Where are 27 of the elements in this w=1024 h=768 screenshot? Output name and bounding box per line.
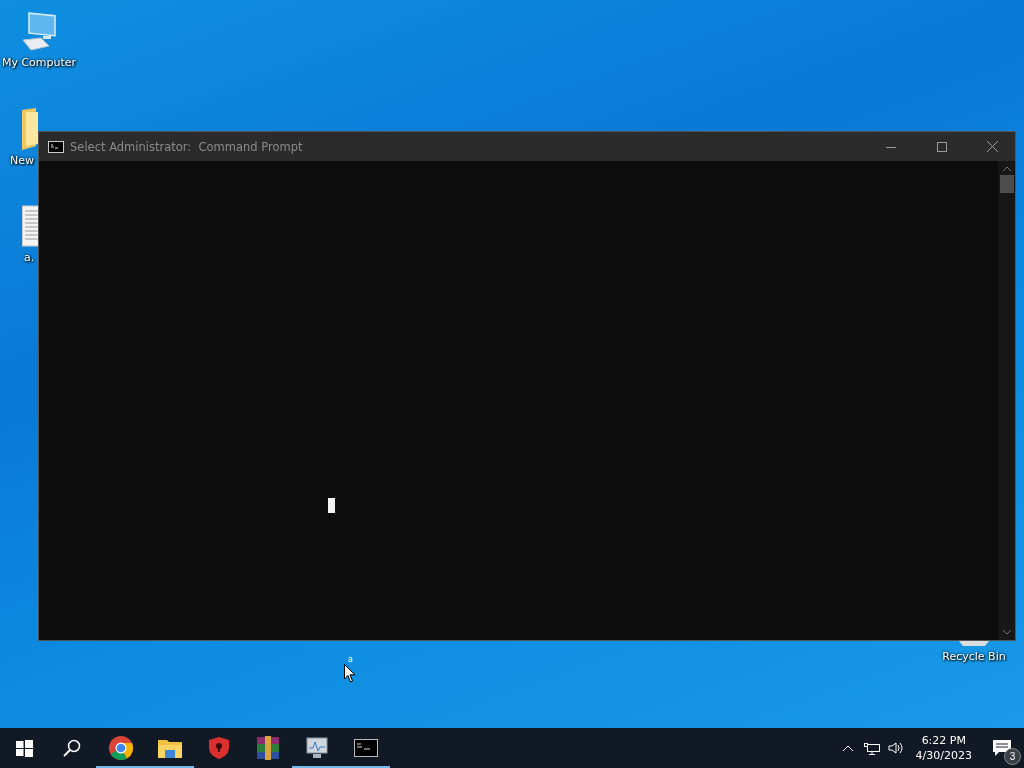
desktop-icon-label[interactable]: New (10, 154, 34, 167)
monitor-icon (304, 737, 329, 759)
desktop-icon-label[interactable]: Recycle Bin (942, 650, 1006, 663)
folder-icon (157, 738, 182, 758)
console-icon (353, 739, 378, 757)
console-icon (48, 140, 64, 153)
document-icon[interactable] (22, 205, 38, 247)
browser-icon (107, 735, 134, 761)
window-title: Select Administrator: Command Prompt (70, 139, 303, 154)
notifications-button[interactable]: 3 (980, 728, 1024, 768)
scroll-up-icon[interactable] (1001, 165, 1012, 173)
folder-icon[interactable] (20, 106, 38, 150)
scrollbar[interactable] (998, 161, 1015, 640)
mouse-pointer-icon (344, 664, 356, 683)
desktop-icon-label[interactable]: My Computer (1, 56, 77, 69)
shield-icon (207, 736, 230, 760)
desktop-icon-label[interactable]: a. (24, 251, 35, 264)
clock[interactable]: 6:22 PM 4/30/2023 (907, 734, 980, 762)
archive-icon (255, 736, 280, 760)
search-icon (63, 739, 81, 757)
scroll-down-icon[interactable] (1001, 628, 1012, 636)
windows-logo-icon (15, 739, 33, 757)
maximize-icon (936, 141, 947, 152)
chevron-up-icon (841, 744, 854, 752)
drag-label: a (348, 656, 354, 664)
scroll-thumb[interactable] (999, 175, 1014, 193)
close-icon (987, 141, 998, 152)
